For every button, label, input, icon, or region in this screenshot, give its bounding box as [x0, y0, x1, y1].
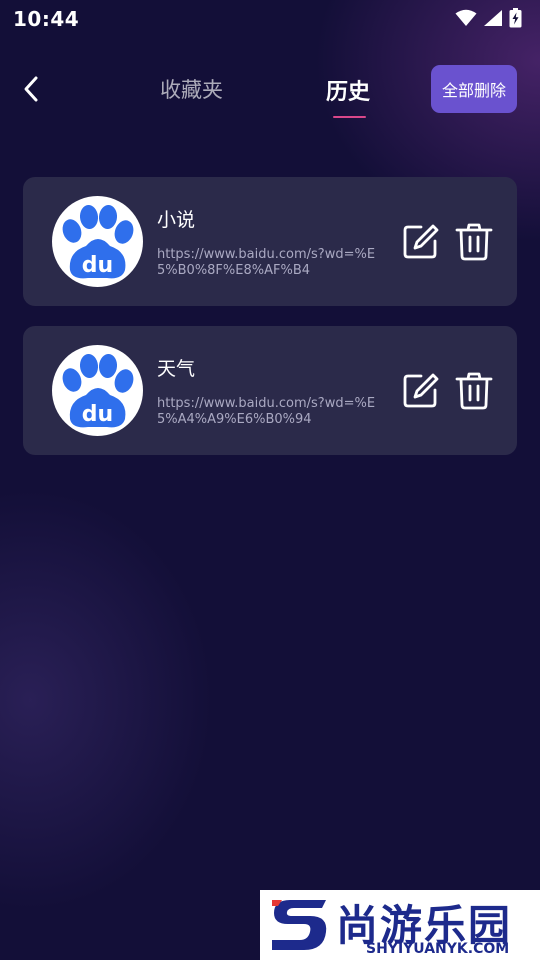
trash-icon [455, 372, 493, 410]
edit-icon [403, 224, 439, 259]
history-item-title: 小说 [157, 209, 196, 231]
history-item-url: https://www.baidu.com/s?wd=%E5%A4%A9%E6%… [157, 396, 376, 427]
history-item-url: https://www.baidu.com/s?wd=%E5%B0%8F%E8%… [157, 247, 376, 278]
baidu-paw-icon: du [62, 205, 134, 279]
tab-history[interactable]: 历史 [326, 74, 370, 106]
trash-icon [455, 223, 493, 261]
delete-button[interactable] [454, 222, 494, 262]
delete-button[interactable] [454, 371, 494, 411]
top-nav: 收藏夹 历史 全部删除 [0, 60, 540, 120]
history-item[interactable]: du 小说 https://www.baidu.com/s?wd=%E5%B0%… [23, 177, 517, 306]
edit-icon [403, 373, 439, 408]
history-list: du 小说 https://www.baidu.com/s?wd=%E5%B0%… [23, 177, 517, 475]
watermark: 尚游乐园 SHYIYUANYK.COM [260, 890, 540, 960]
delete-all-button[interactable]: 全部删除 [431, 65, 517, 113]
history-item-title: 天气 [157, 358, 196, 380]
baidu-logo-text: du [82, 402, 113, 427]
wifi-icon [455, 9, 477, 26]
status-time: 10:44 [13, 7, 80, 31]
watermark-logo-icon [272, 900, 327, 950]
battery-charging-icon [509, 8, 522, 28]
baidu-paw-icon: du [62, 354, 134, 428]
chevron-left-icon [24, 76, 38, 102]
edit-button[interactable] [400, 371, 440, 411]
tab-favorites[interactable]: 收藏夹 [160, 74, 223, 104]
active-tab-indicator [333, 116, 366, 118]
signal-icon [484, 10, 502, 26]
back-button[interactable] [14, 72, 48, 106]
baidu-logo-text: du [82, 253, 113, 278]
edit-button[interactable] [400, 222, 440, 262]
baidu-logo: du [52, 196, 143, 287]
history-item[interactable]: du 天气 https://www.baidu.com/s?wd=%E5%A4%… [23, 326, 517, 455]
baidu-logo: du [52, 345, 143, 436]
watermark-domain: SHYIYUANYK.COM [366, 941, 510, 957]
status-icons [455, 7, 522, 29]
status-bar: 10:44 [0, 0, 540, 36]
